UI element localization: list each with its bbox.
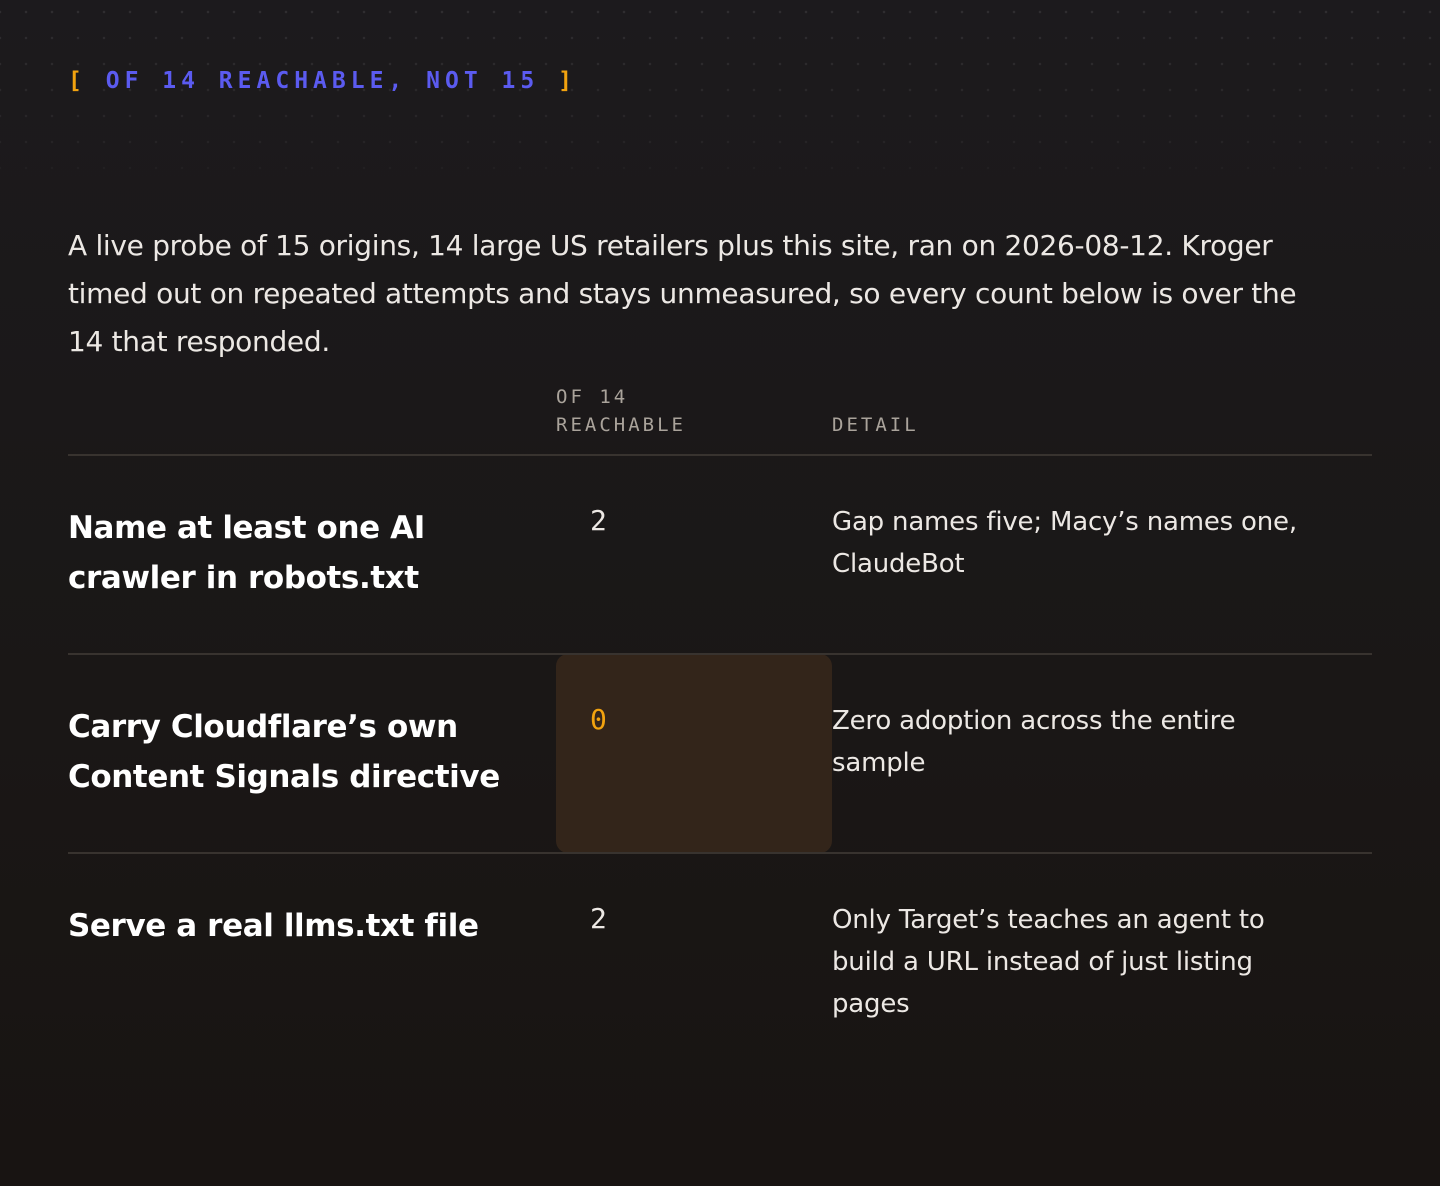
dot-grid-background [0, 0, 1440, 200]
section-eyebrow: [ OF 14 REACHABLE, NOT 15 ] [68, 68, 577, 94]
row-detail: Gap names five; Macy’s names one, Claude… [832, 455, 1372, 655]
table-body: Name at least one AI crawler in robots.t… [68, 455, 1372, 1025]
row-count-highlighted: 0 [556, 654, 832, 854]
table-header-row: OF 14 REACHABLE DETAIL [68, 380, 1372, 456]
table-row: Name at least one AI crawler in robots.t… [68, 455, 1372, 655]
results-table: OF 14 REACHABLE DETAIL Name at least one… [68, 380, 1372, 1025]
row-label: Carry Cloudflare’s own Content Signals d… [68, 654, 556, 854]
row-count: 2 [590, 902, 607, 935]
row-detail: Zero adoption across the entire sample [832, 654, 1372, 854]
header-label [68, 380, 556, 456]
row-count: 2 [556, 455, 832, 655]
table-header: OF 14 REACHABLE DETAIL [68, 380, 1372, 456]
row-label: Name at least one AI crawler in robots.t… [68, 455, 556, 655]
row-label: Serve a real llms.txt file [68, 908, 479, 944]
header-count-text: OF 14 REACHABLE [556, 386, 686, 436]
header-count: OF 14 REACHABLE [556, 380, 832, 456]
row-detail: Only Target’s teaches an agent to build … [832, 905, 1265, 1019]
header-detail: DETAIL [832, 380, 1372, 456]
eyebrow-text: OF 14 REACHABLE, NOT 15 [105, 68, 540, 94]
table-row: Carry Cloudflare’s own Content Signals d… [68, 654, 1372, 854]
table-row: Serve a real llms.txt file 2 Only Target… [68, 853, 1372, 1025]
intro-paragraph: A live probe of 15 origins, 14 large US … [68, 229, 1297, 358]
eyebrow-close-bracket: ] [558, 68, 577, 94]
eyebrow-open-bracket: [ [68, 68, 87, 94]
